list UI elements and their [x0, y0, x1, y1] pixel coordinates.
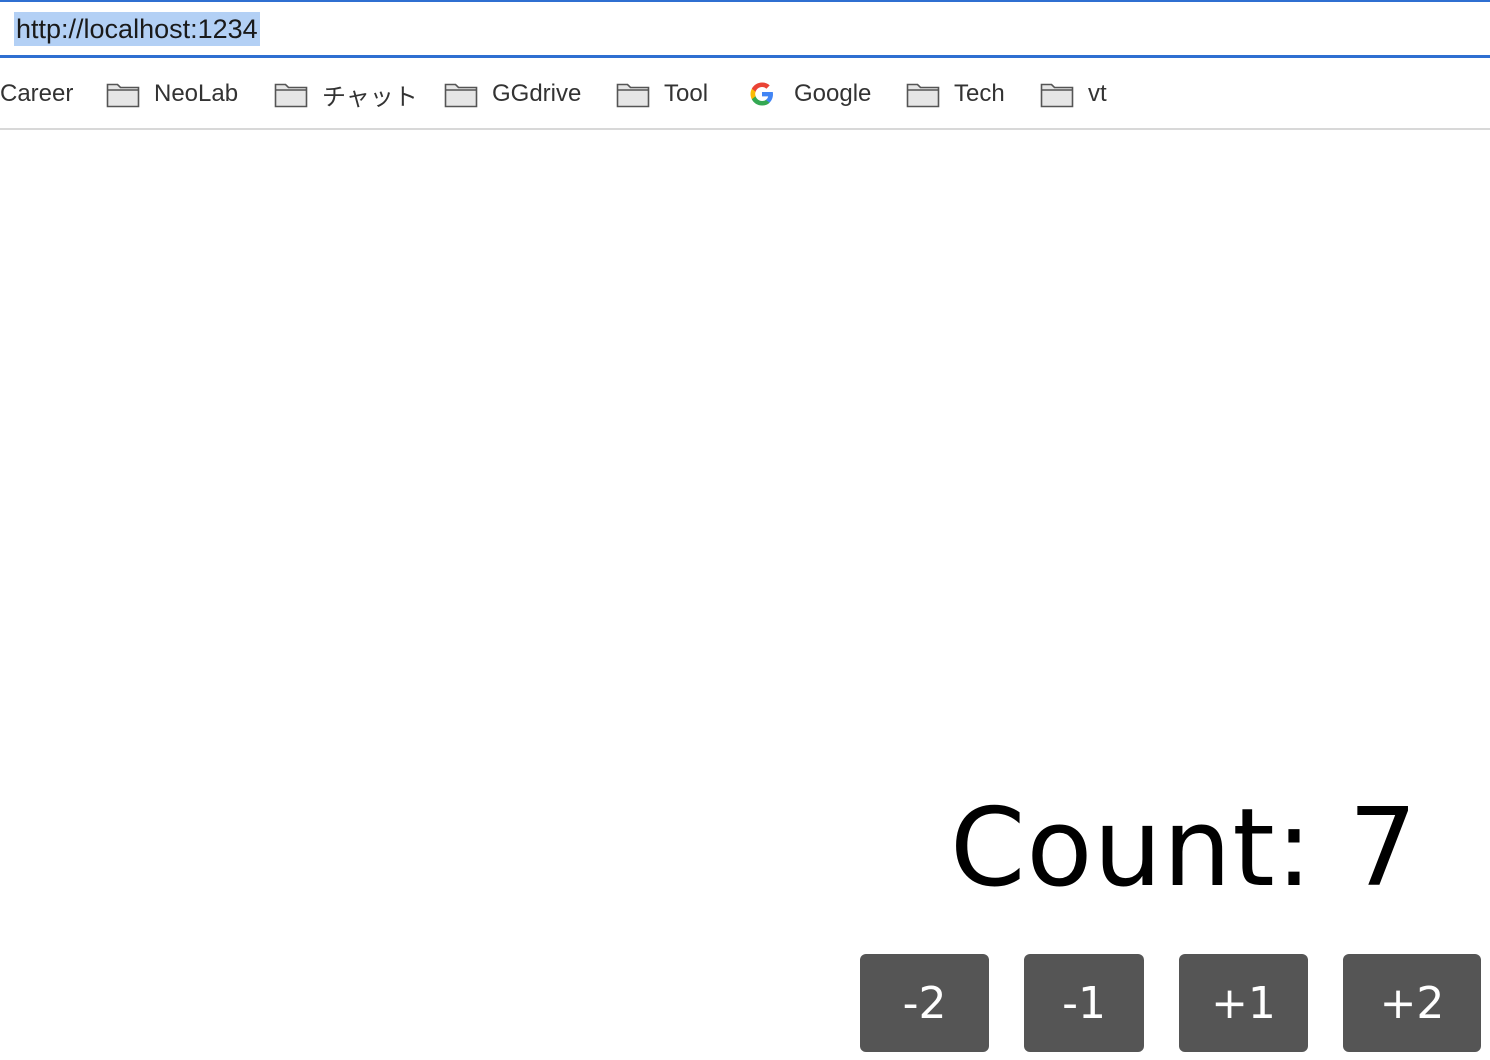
bookmark-folder-tech[interactable]: Tech [906, 58, 1005, 130]
folder-icon [906, 83, 940, 108]
folder-icon [616, 83, 650, 108]
bookmark-folder-vt[interactable]: vt [1040, 58, 1107, 130]
bookmark-label: GGdrive [492, 80, 582, 107]
bookmark-label: NeoLab [154, 80, 239, 107]
bookmark-label: Tool [664, 80, 709, 107]
bookmark-career[interactable]: Career [0, 58, 73, 130]
increment-1-button[interactable]: +1 [1179, 954, 1308, 1052]
folder-icon [1040, 83, 1074, 108]
bookmark-folder-tool[interactable]: Tool [616, 58, 708, 130]
bookmark-folder-ggdrive[interactable]: GGdrive [444, 58, 581, 130]
decrement-1-button[interactable]: -1 [1024, 954, 1144, 1052]
increment-2-button[interactable]: +2 [1343, 954, 1481, 1052]
bookmark-label: Career [0, 80, 74, 107]
bookmark-label: vt [1088, 80, 1107, 107]
url-text[interactable]: http://localhost:1234 [14, 12, 260, 46]
bookmark-google[interactable]: Google [748, 58, 871, 130]
bookmarks-bar: Career NeoLab チャット GGdrive Tool Google T… [0, 58, 1490, 130]
bookmark-folder-neolab[interactable]: NeoLab [106, 58, 238, 130]
folder-icon [444, 83, 478, 108]
bookmark-label: Tech [954, 80, 1005, 107]
google-icon [750, 82, 773, 106]
bookmark-folder-chat[interactable]: チャット [274, 58, 418, 130]
folder-icon [274, 83, 308, 108]
bookmark-label: チャット [322, 83, 418, 111]
address-bar[interactable]: http://localhost:1234 [0, 0, 1490, 58]
decrement-2-button[interactable]: -2 [860, 954, 989, 1052]
bookmark-label: Google [794, 80, 872, 107]
folder-icon [106, 83, 140, 108]
count-display: Count: 7 [950, 786, 1419, 911]
